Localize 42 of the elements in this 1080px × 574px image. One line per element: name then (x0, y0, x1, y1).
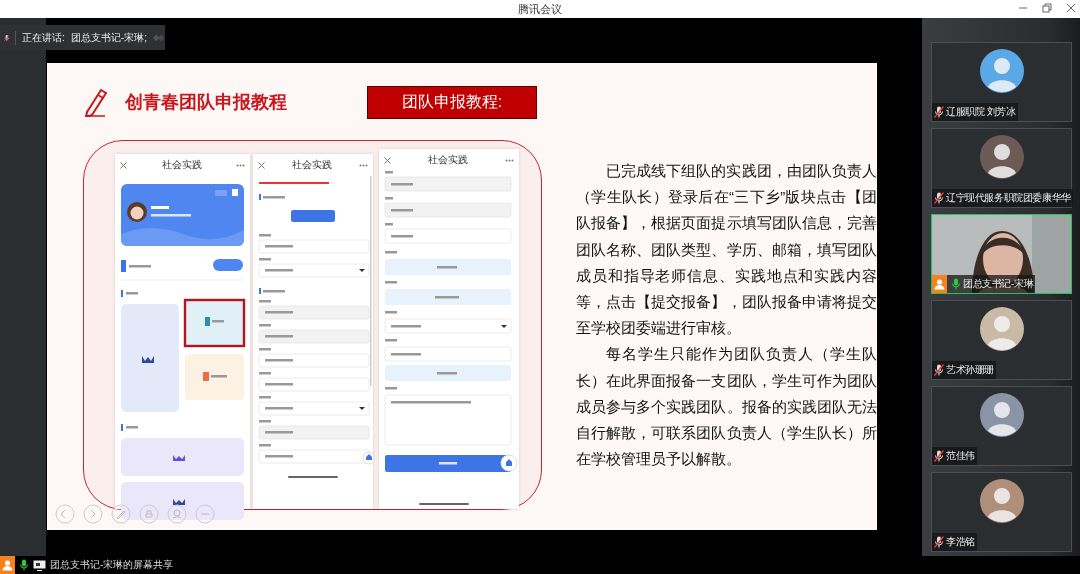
avatar-icon (980, 307, 1024, 351)
next-icon[interactable] (83, 504, 103, 524)
pen-icon[interactable] (111, 504, 131, 524)
close-icon (258, 161, 265, 169)
app-title: 社会实践 (161, 158, 202, 172)
speaking-label: 正在讲话: (22, 30, 65, 45)
restore-icon[interactable] (1042, 3, 1052, 13)
avatar-icon (980, 135, 1024, 179)
window-title: 腾讯会议 (518, 1, 562, 17)
close-icon (384, 156, 391, 164)
section-tag: 团队申报教程: (367, 85, 537, 119)
participant-name: 范佳伟 (946, 449, 975, 463)
screen-share-icon (33, 559, 46, 571)
more-icon (359, 163, 368, 167)
paragraph: 每名学生只能作为团队负责人（学生队长）在此界面报备一支团队，学生可作为团队成员参与多个实践团队。报备的实践团队无法自行解散，可联系团队负责人（学生队长）所在学校管理员予以解散。 (576, 344, 877, 470)
pencil-icon (83, 87, 109, 117)
speaker-name: 团总支书记-宋琳; (70, 30, 147, 45)
participant-tile[interactable]: 艺术孙珊珊 (931, 300, 1072, 380)
close-icon (120, 161, 127, 169)
paragraph: 已完成线下组队的实践团，由团队负责人（学生队长）登录后在“三下乡”版块点击【团队报备】，根据页面提示填写团队信息，完善团队名称、团队类型、学历、邮箱，填写团队成员和指导老师信息、实践地点和实践内容等，点击【提交报备】，团队报备申请将提交至学校团委端进行审核。 (576, 161, 877, 339)
avatar-icon (980, 479, 1024, 523)
participant-name: 艺术孙珊珊 (946, 363, 994, 377)
more-icon (505, 158, 514, 162)
participant-tile[interactable]: 辽宁现代服务职院团委康华华 (931, 128, 1072, 208)
participant-name: 李浩铭 (946, 535, 975, 549)
more-icon[interactable] (195, 504, 215, 524)
participant-name: 团总支书记-宋琳 (963, 277, 1034, 291)
previous-icon[interactable] (55, 504, 75, 524)
participant-name: 辽宁现代服务职院团委康华华 (946, 191, 1071, 205)
avatar-icon (980, 393, 1024, 437)
participant-tile[interactable]: 李浩铭 (931, 472, 1072, 552)
participant-tile[interactable]: 范佳伟 (931, 386, 1072, 466)
slide-title: 创青春团队申报教程 (125, 91, 287, 114)
more-icon (236, 163, 245, 167)
avatar-icon (980, 49, 1024, 93)
app-title: 社会实践 (292, 158, 332, 172)
app-title: 社会实践 (428, 153, 468, 167)
close-icon[interactable] (1066, 3, 1076, 13)
participant-tile[interactable]: 辽服职院 刘芳冰 (931, 42, 1072, 122)
status-text: 团总支书记-宋琳的屏幕共享 (50, 558, 174, 572)
participant-tile[interactable]: 团总支书记-宋琳 (931, 214, 1072, 294)
participant-name: 辽服职院 刘芳冰 (946, 105, 1016, 119)
